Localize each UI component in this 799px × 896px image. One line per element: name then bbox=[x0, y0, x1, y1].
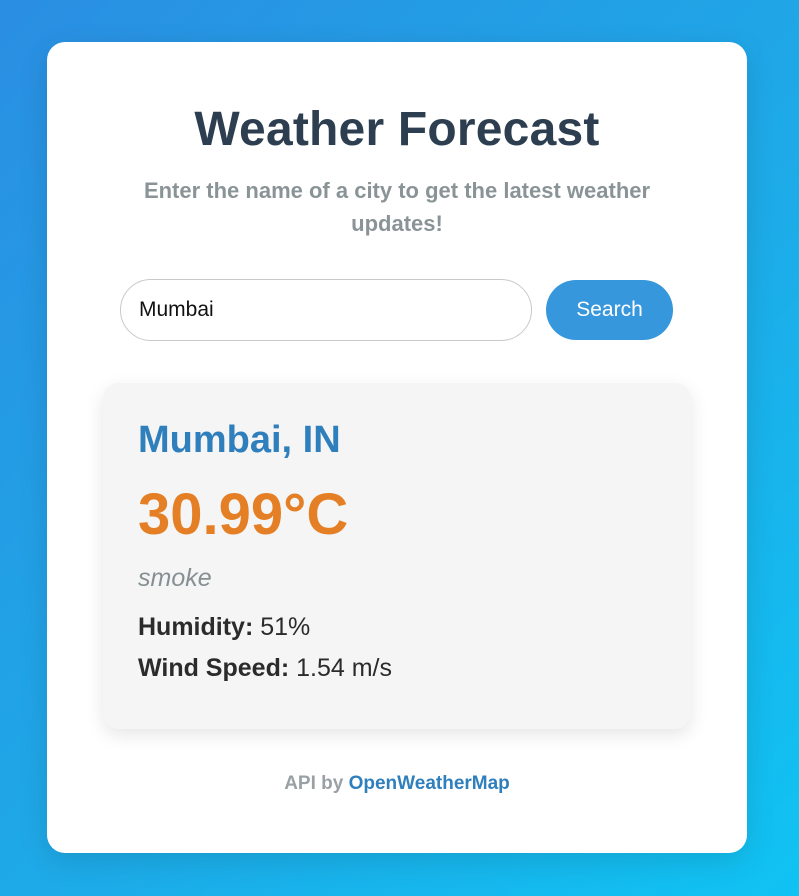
page-subtitle: Enter the name of a city to get the late… bbox=[143, 178, 651, 236]
weather-description: smoke bbox=[138, 564, 212, 592]
wind-speed-value: 1.54 m/s bbox=[296, 654, 392, 682]
page-title: Weather Forecast bbox=[194, 103, 600, 156]
weather-card: Weather Forecast Enter the name of a cit… bbox=[47, 42, 747, 853]
footer-prefix: API by bbox=[284, 773, 344, 794]
humidity-row: Humidity: 51% bbox=[138, 613, 310, 642]
weather-result-panel: Mumbai, IN 30.99°C smoke Humidity: 51% W… bbox=[103, 383, 691, 729]
wind-speed-row: Wind Speed: 1.54 m/s bbox=[138, 654, 392, 683]
city-search-input[interactable] bbox=[120, 279, 532, 341]
search-row: Search bbox=[120, 279, 673, 341]
humidity-label: Humidity: bbox=[138, 613, 254, 641]
wind-speed-label: Wind Speed: bbox=[138, 654, 290, 682]
search-button[interactable]: Search bbox=[546, 280, 673, 340]
temperature: 30.99°C bbox=[138, 482, 349, 547]
humidity-value: 51% bbox=[260, 613, 311, 641]
openweathermap-link[interactable]: OpenWeatherMap bbox=[349, 773, 510, 794]
footer: API by OpenWeatherMap bbox=[47, 773, 747, 795]
city-name: Mumbai, IN bbox=[138, 419, 341, 461]
